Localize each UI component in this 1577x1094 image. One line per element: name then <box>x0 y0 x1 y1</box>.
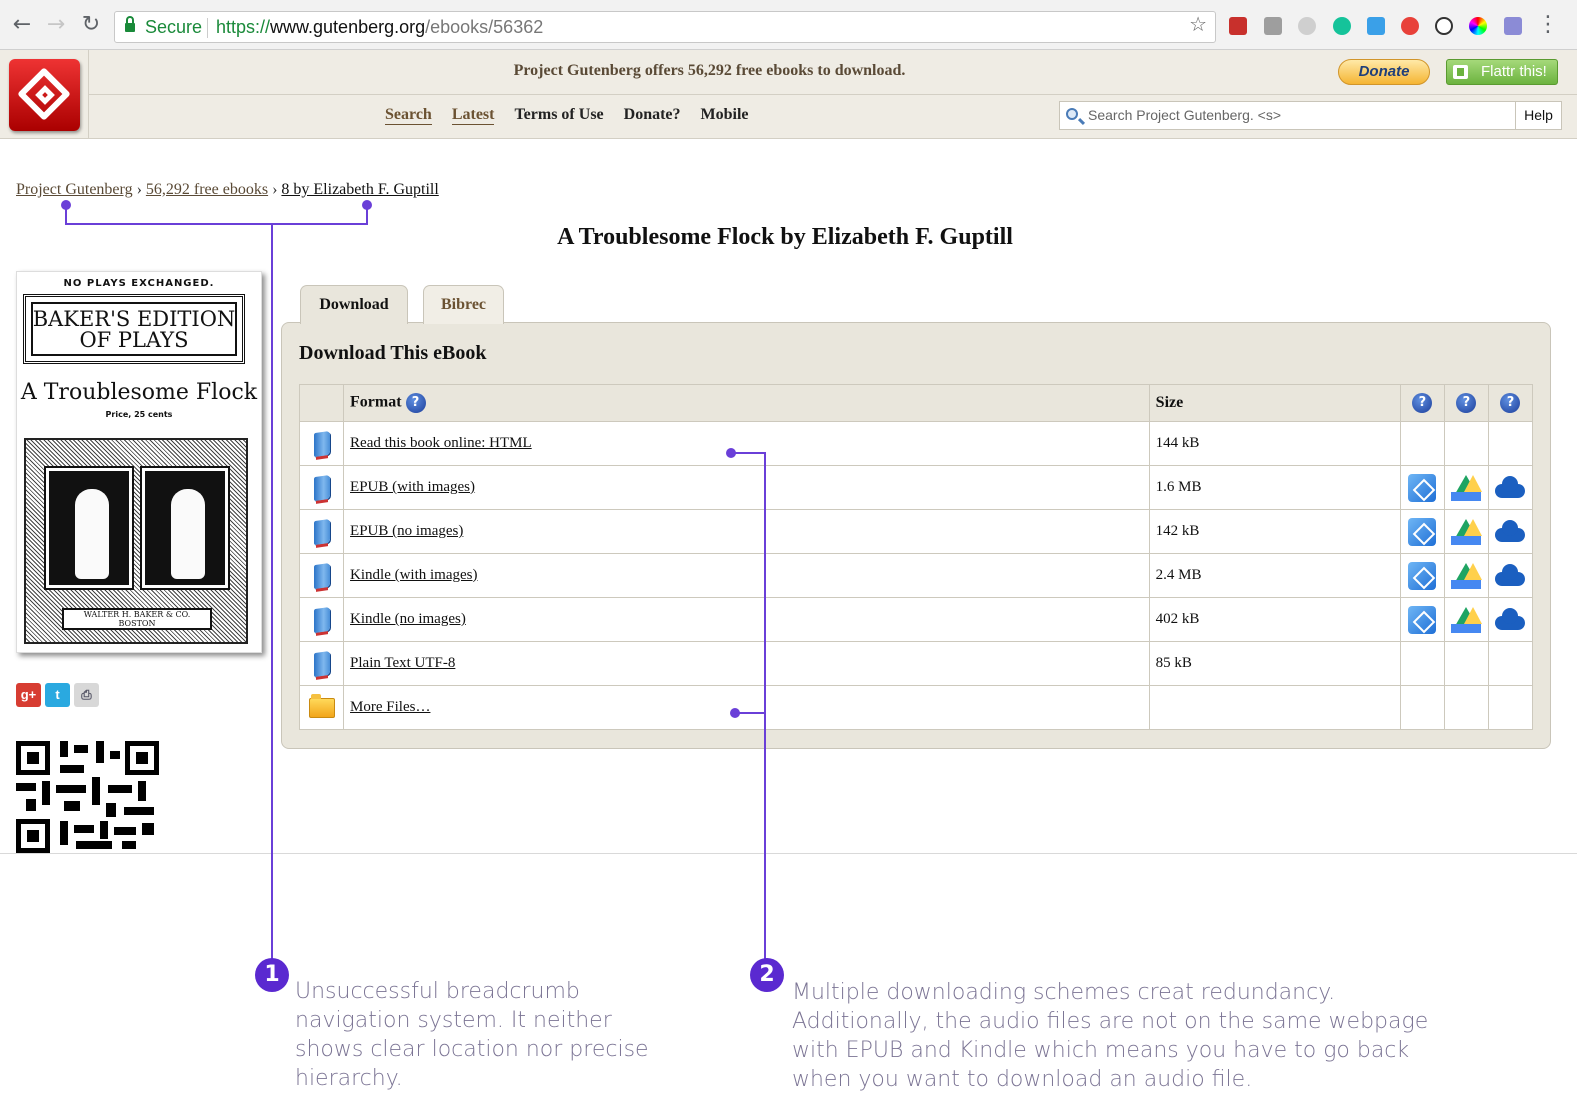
book-icon <box>313 562 330 589</box>
breadcrumb-ebooks[interactable]: 56,292 free ebooks <box>146 181 268 198</box>
book-icon <box>313 518 330 545</box>
forward-arrow-icon[interactable]: → <box>44 13 68 37</box>
page-title: A Troublesome Flock by Elizabeth F. Gupt… <box>557 224 1013 250</box>
format-column-header: Format ? <box>343 384 1150 422</box>
main-nav: Search Latest Terms of Use Donate? Mobil… <box>385 106 749 125</box>
drive-help-icon[interactable]: ? <box>1456 393 1477 413</box>
offer-banner: Project Gutenberg offers 56,292 free ebo… <box>513 62 906 79</box>
url-text[interactable]: https://www.gutenberg.org/ebooks/56362 <box>216 12 543 42</box>
extension-icon[interactable] <box>1401 17 1419 35</box>
gutenberg-logo-icon[interactable] <box>9 59 80 131</box>
onedrive-icon[interactable] <box>1495 607 1526 630</box>
file-size: 144 kB <box>1148 421 1401 466</box>
nav-terms-of-use[interactable]: Terms of Use <box>514 106 603 125</box>
tab-download[interactable]: Download <box>300 285 408 324</box>
download-heading: Download This eBook <box>299 342 487 364</box>
breadcrumb-home[interactable]: Project Gutenberg <box>16 181 133 198</box>
extension-icon[interactable] <box>1298 17 1316 35</box>
file-size <box>1148 685 1401 730</box>
format-link[interactable]: Kindle (no images) <box>350 611 466 627</box>
onedrive-icon[interactable] <box>1495 519 1526 542</box>
google-drive-icon[interactable] <box>1451 562 1483 589</box>
donate-button[interactable]: Donate <box>1338 59 1430 85</box>
annotation-badge-2: 2 <box>750 958 784 992</box>
annotation-text-1: Unsuccessful breadcrumb navigation syste… <box>295 979 649 1091</box>
format-link[interactable]: EPUB (no images) <box>350 523 463 539</box>
onedrive-help-icon[interactable]: ? <box>1500 393 1521 413</box>
file-size: 1.6 MB <box>1148 465 1401 510</box>
extension-icon[interactable] <box>1367 17 1385 35</box>
color-picker-icon[interactable] <box>1469 17 1487 35</box>
extension-icon[interactable] <box>1504 17 1522 35</box>
breadcrumb: Project Gutenberg › 56,292 free ebooks › 8 b… <box>16 181 439 198</box>
table-row: Kindle (with images) 2.4 MB <box>298 553 1534 598</box>
annotation-text-2: Multiple downloading schemes creat redun… <box>792 980 1429 1092</box>
qr-code-image <box>16 741 159 853</box>
dropbox-icon[interactable] <box>1408 605 1437 634</box>
lock-icon <box>125 16 135 33</box>
google-drive-icon[interactable] <box>1451 474 1483 501</box>
file-size: 85 kB <box>1148 641 1401 686</box>
book-icon <box>313 474 330 501</box>
google-drive-icon[interactable] <box>1451 606 1483 633</box>
size-column-header: Size <box>1148 384 1401 422</box>
folder-icon <box>308 693 335 718</box>
reload-icon[interactable]: ↻ <box>79 13 103 37</box>
bookmark-star-icon[interactable]: ☆ <box>1189 12 1207 36</box>
nav-search[interactable]: Search <box>385 106 432 125</box>
nav-mobile[interactable]: Mobile <box>701 106 749 125</box>
format-link[interactable]: Plain Text UTF-8 <box>350 655 455 671</box>
book-cover-image: NO PLAYS EXCHANGED. BAKER'S EDITION OF PL… <box>16 271 262 653</box>
google-plus-icon[interactable]: g+ <box>16 683 41 707</box>
annotation-badge-1: 1 <box>255 958 289 992</box>
print-icon[interactable]: ⎙ <box>74 683 99 707</box>
file-size: 142 kB <box>1148 509 1401 554</box>
nav-donate[interactable]: Donate? <box>624 106 681 125</box>
table-header-row: Format ? Size ? ? ? <box>298 384 1534 422</box>
wordpress-icon[interactable] <box>1435 17 1453 35</box>
book-icon <box>313 430 330 457</box>
extension-icon[interactable] <box>1229 17 1247 35</box>
file-size: 2.4 MB <box>1148 553 1401 598</box>
twitter-icon[interactable]: t <box>45 683 70 707</box>
book-icon <box>313 650 330 677</box>
table-row: EPUB (with images) 1.6 MB <box>298 465 1534 510</box>
search-icon <box>1066 108 1078 120</box>
flattr-button[interactable]: Flattr this! <box>1446 59 1558 85</box>
table-row: Read this book online: HTML 144 kB <box>298 421 1534 466</box>
format-link[interactable]: Kindle (with images) <box>350 567 477 583</box>
address-bar[interactable]: Secure https://www.gutenberg.org/ebooks/… <box>114 11 1216 43</box>
grammarly-icon[interactable] <box>1333 17 1351 35</box>
back-arrow-icon[interactable]: ← <box>10 13 34 37</box>
google-drive-icon[interactable] <box>1451 518 1483 545</box>
table-row: EPUB (no images) 142 kB <box>298 509 1534 554</box>
format-link[interactable]: Read this book online: HTML <box>350 435 532 451</box>
dropbox-icon[interactable] <box>1408 473 1437 502</box>
table-row: Plain Text UTF-8 85 kB <box>298 641 1534 686</box>
file-size: 402 kB <box>1148 597 1401 642</box>
browser-toolbar: ← → ↻ Secure https://www.gutenberg.org/e… <box>0 0 1577 50</box>
menu-dots-icon[interactable]: ⋮ <box>1536 13 1560 37</box>
onedrive-icon[interactable] <box>1495 475 1526 498</box>
format-link[interactable]: More Files… <box>350 699 430 715</box>
secure-label: Secure <box>145 17 203 37</box>
dropbox-help-icon[interactable]: ? <box>1412 393 1433 413</box>
extension-icon[interactable] <box>1264 17 1282 35</box>
help-question-icon[interactable]: ? <box>405 393 426 413</box>
nav-latest[interactable]: Latest <box>451 106 495 125</box>
help-button[interactable]: Help <box>1515 101 1562 130</box>
table-row: More Files… <box>298 685 1534 730</box>
dropbox-icon[interactable] <box>1408 561 1437 590</box>
search-input[interactable]: Search Project Gutenberg. <s> <box>1059 101 1516 130</box>
flattr-icon <box>1453 65 1468 79</box>
book-icon <box>313 606 330 633</box>
format-link[interactable]: EPUB (with images) <box>350 479 475 495</box>
breadcrumb-author[interactable]: 8 by Elizabeth F. Guptill <box>281 181 438 198</box>
tab-bibrec[interactable]: Bibrec <box>423 285 504 324</box>
download-table: Format ? Size ? ? ? Read this book onlin… <box>298 384 1534 730</box>
onedrive-icon[interactable] <box>1495 563 1526 586</box>
table-row: Kindle (no images) 402 kB <box>298 597 1534 642</box>
dropbox-icon[interactable] <box>1408 517 1437 546</box>
